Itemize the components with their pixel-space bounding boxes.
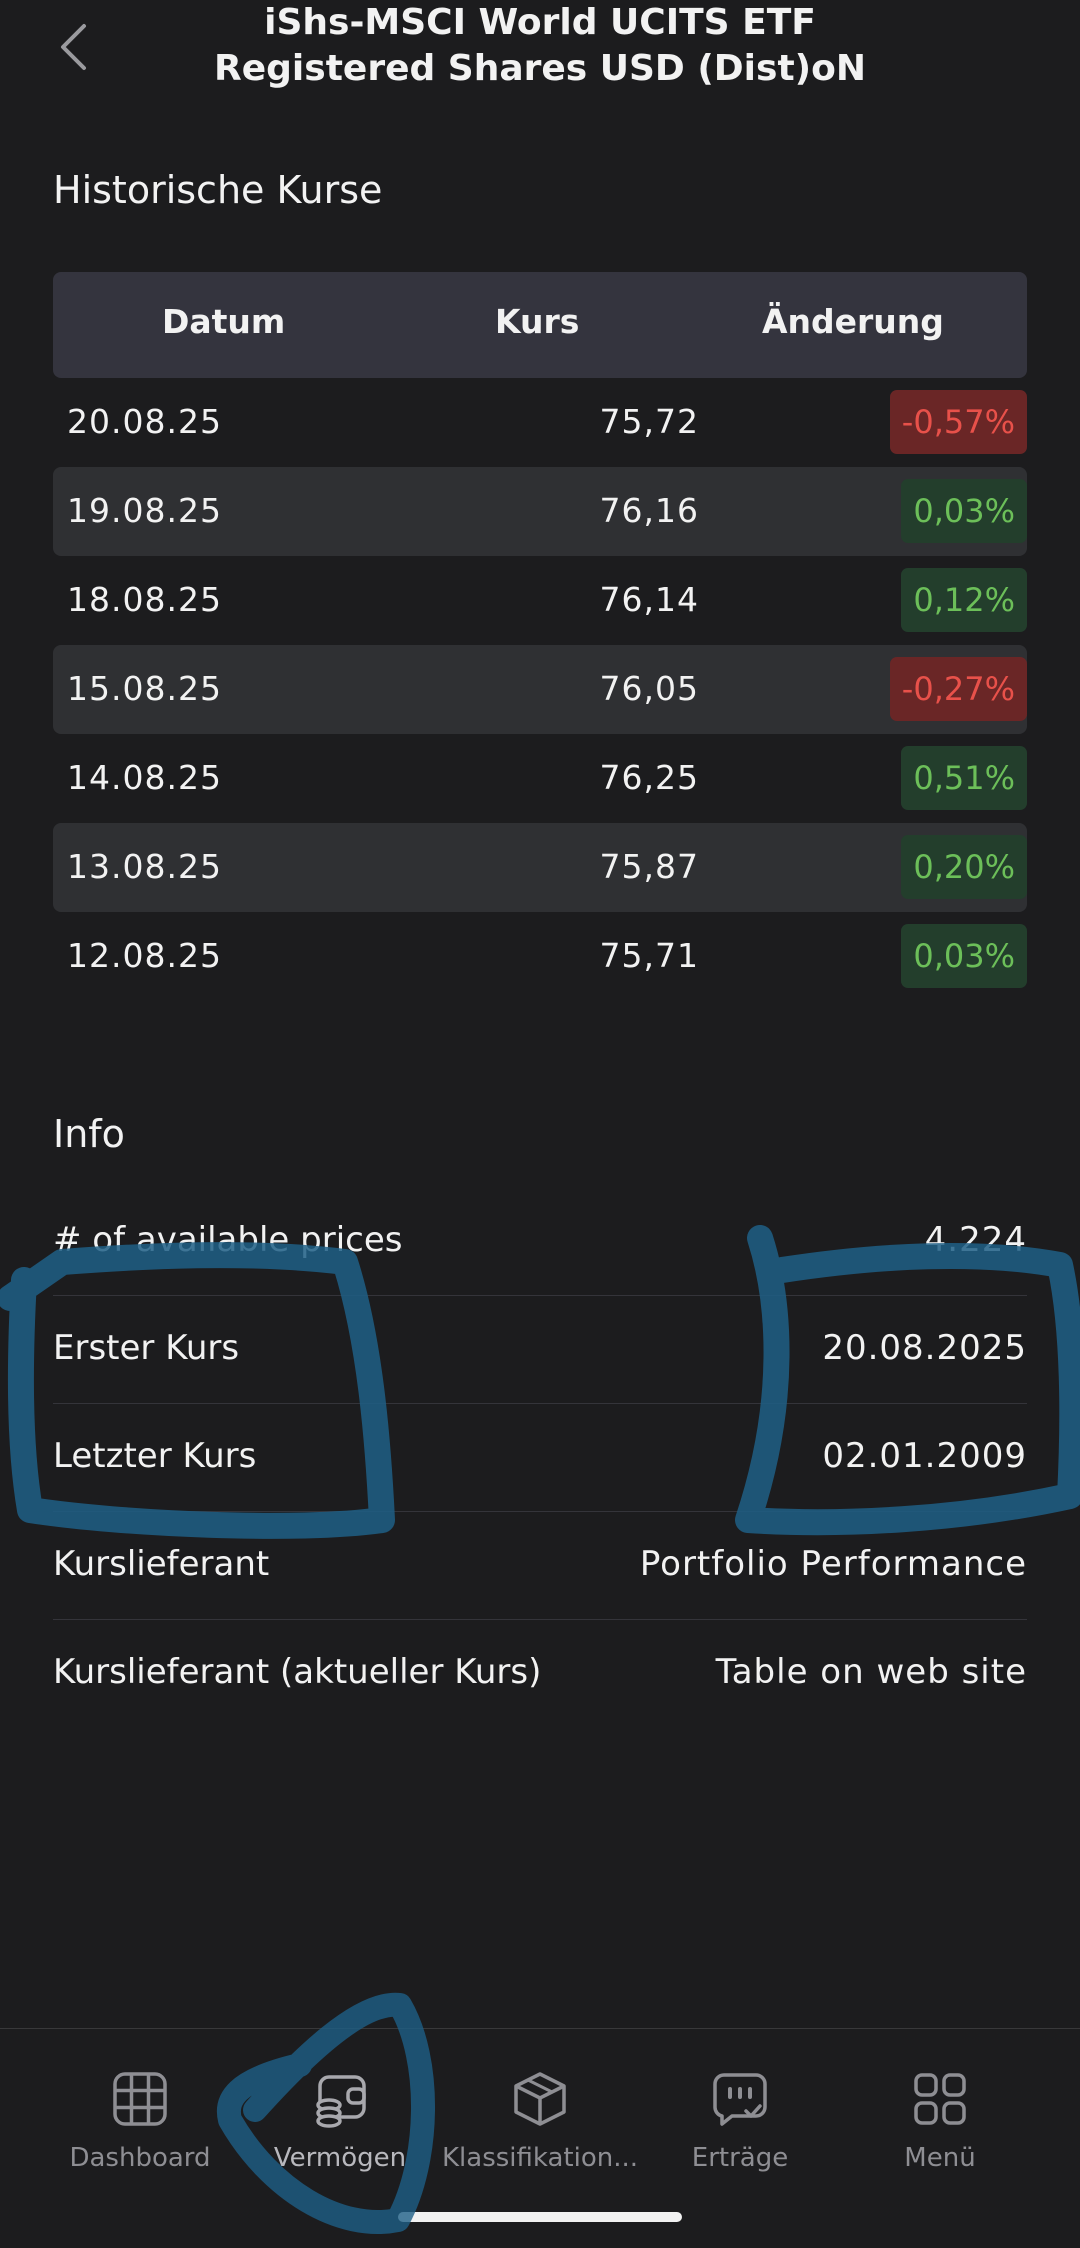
info-value: 4.224 — [924, 1220, 1027, 1260]
info-label: Kurslieferant — [53, 1544, 270, 1584]
table-row[interactable]: 12.08.25 75,71 0,03% — [53, 912, 1027, 1001]
row-price: 76,16 — [599, 491, 699, 530]
info-row-last-price: Letzter Kurs 02.01.2009 — [53, 1404, 1027, 1512]
tab-label: Erträge — [691, 2143, 789, 2173]
price-history-table: Datum Kurs Änderung 20.08.25 75,72 -0,57… — [53, 272, 1027, 1001]
change-badge: 0,03% — [901, 479, 1027, 543]
row-price: 75,71 — [599, 936, 699, 975]
info-label: Erster Kurs — [53, 1328, 240, 1368]
table-row[interactable]: 14.08.25 76,25 0,51% — [53, 734, 1027, 823]
column-header-price[interactable]: Kurs — [495, 302, 579, 341]
row-price: 75,72 — [599, 402, 699, 441]
info-label: # of available prices — [53, 1220, 403, 1260]
tab-vermoegen[interactable]: Vermögen — [240, 2069, 440, 2173]
change-badge: 0,12% — [901, 568, 1027, 632]
info-value: Portfolio Performance — [639, 1544, 1027, 1584]
info-label: Kurslieferant (aktueller Kurs) — [53, 1652, 542, 1692]
wallet-coins-icon — [316, 2075, 366, 2128]
change-badge: 0,20% — [901, 835, 1027, 899]
row-date: 18.08.25 — [67, 580, 222, 619]
info-row-available-prices: # of available prices 4.224 — [53, 1188, 1027, 1296]
row-price: 76,25 — [599, 758, 699, 797]
tab-label: Menü — [904, 2143, 976, 2173]
table-row[interactable]: 19.08.25 76,16 0,03% — [53, 467, 1027, 556]
row-date: 12.08.25 — [67, 936, 222, 975]
info-row-provider-current: Kurslieferant (aktueller Kurs) Table on … — [53, 1620, 1027, 1727]
tab-menue[interactable]: Menü — [840, 2069, 1040, 2173]
back-button[interactable] — [48, 12, 98, 82]
tab-klassifikation[interactable]: Klassifikation... — [440, 2069, 640, 2173]
row-price: 76,14 — [599, 580, 699, 619]
row-date: 19.08.25 — [67, 491, 222, 530]
info-row-provider: Kurslieferant Portfolio Performance — [53, 1512, 1027, 1620]
row-price: 76,05 — [599, 669, 699, 708]
info-value: 02.01.2009 — [822, 1436, 1027, 1476]
four-squares-icon — [914, 2073, 966, 2125]
row-date: 15.08.25 — [67, 669, 222, 708]
table-row[interactable]: 15.08.25 76,05 -0,27% — [53, 645, 1027, 734]
change-badge: -0,57% — [889, 390, 1027, 454]
info-list: # of available prices 4.224 Erster Kurs … — [53, 1188, 1027, 1727]
chat-check-icon — [713, 2073, 767, 2126]
row-date: 13.08.25 — [67, 847, 222, 886]
home-indicator — [398, 2212, 682, 2222]
info-label: Letzter Kurs — [53, 1436, 257, 1476]
tab-label: Vermögen — [273, 2143, 407, 2173]
tab-ertraege[interactable]: Erträge — [640, 2069, 840, 2173]
info-row-first-price: Erster Kurs 20.08.2025 — [53, 1296, 1027, 1404]
section-title-info: Info — [53, 1112, 125, 1156]
table-row[interactable]: 18.08.25 76,14 0,12% — [53, 556, 1027, 645]
row-date: 20.08.25 — [67, 402, 222, 441]
table-header: Datum Kurs Änderung — [53, 272, 1027, 378]
table-row[interactable]: 20.08.25 75,72 -0,57% — [53, 378, 1027, 467]
tab-label: Dashboard — [69, 2143, 211, 2173]
page-title: iShs-MSCI World UCITS ETF Registered Sha… — [214, 2, 866, 89]
section-title-history: Historische Kurse — [53, 168, 383, 212]
tab-label: Klassifikation... — [441, 2143, 639, 2173]
change-badge: 0,51% — [901, 746, 1027, 810]
grid-icon — [113, 2072, 167, 2126]
info-value: 20.08.2025 — [822, 1328, 1027, 1368]
cube-icon — [514, 2072, 566, 2126]
row-date: 14.08.25 — [67, 758, 222, 797]
tab-dashboard[interactable]: Dashboard — [40, 2069, 240, 2173]
column-header-date[interactable]: Datum — [162, 302, 285, 341]
nav-header: iShs-MSCI World UCITS ETF Registered Sha… — [0, 0, 1080, 110]
row-price: 75,87 — [599, 847, 699, 886]
chevron-left-icon — [61, 24, 86, 70]
table-row[interactable]: 13.08.25 75,87 0,20% — [53, 823, 1027, 912]
change-badge: -0,27% — [889, 657, 1027, 721]
info-value: Table on web site — [715, 1652, 1027, 1692]
change-badge: 0,03% — [901, 924, 1027, 988]
column-header-change[interactable]: Änderung — [762, 302, 944, 341]
